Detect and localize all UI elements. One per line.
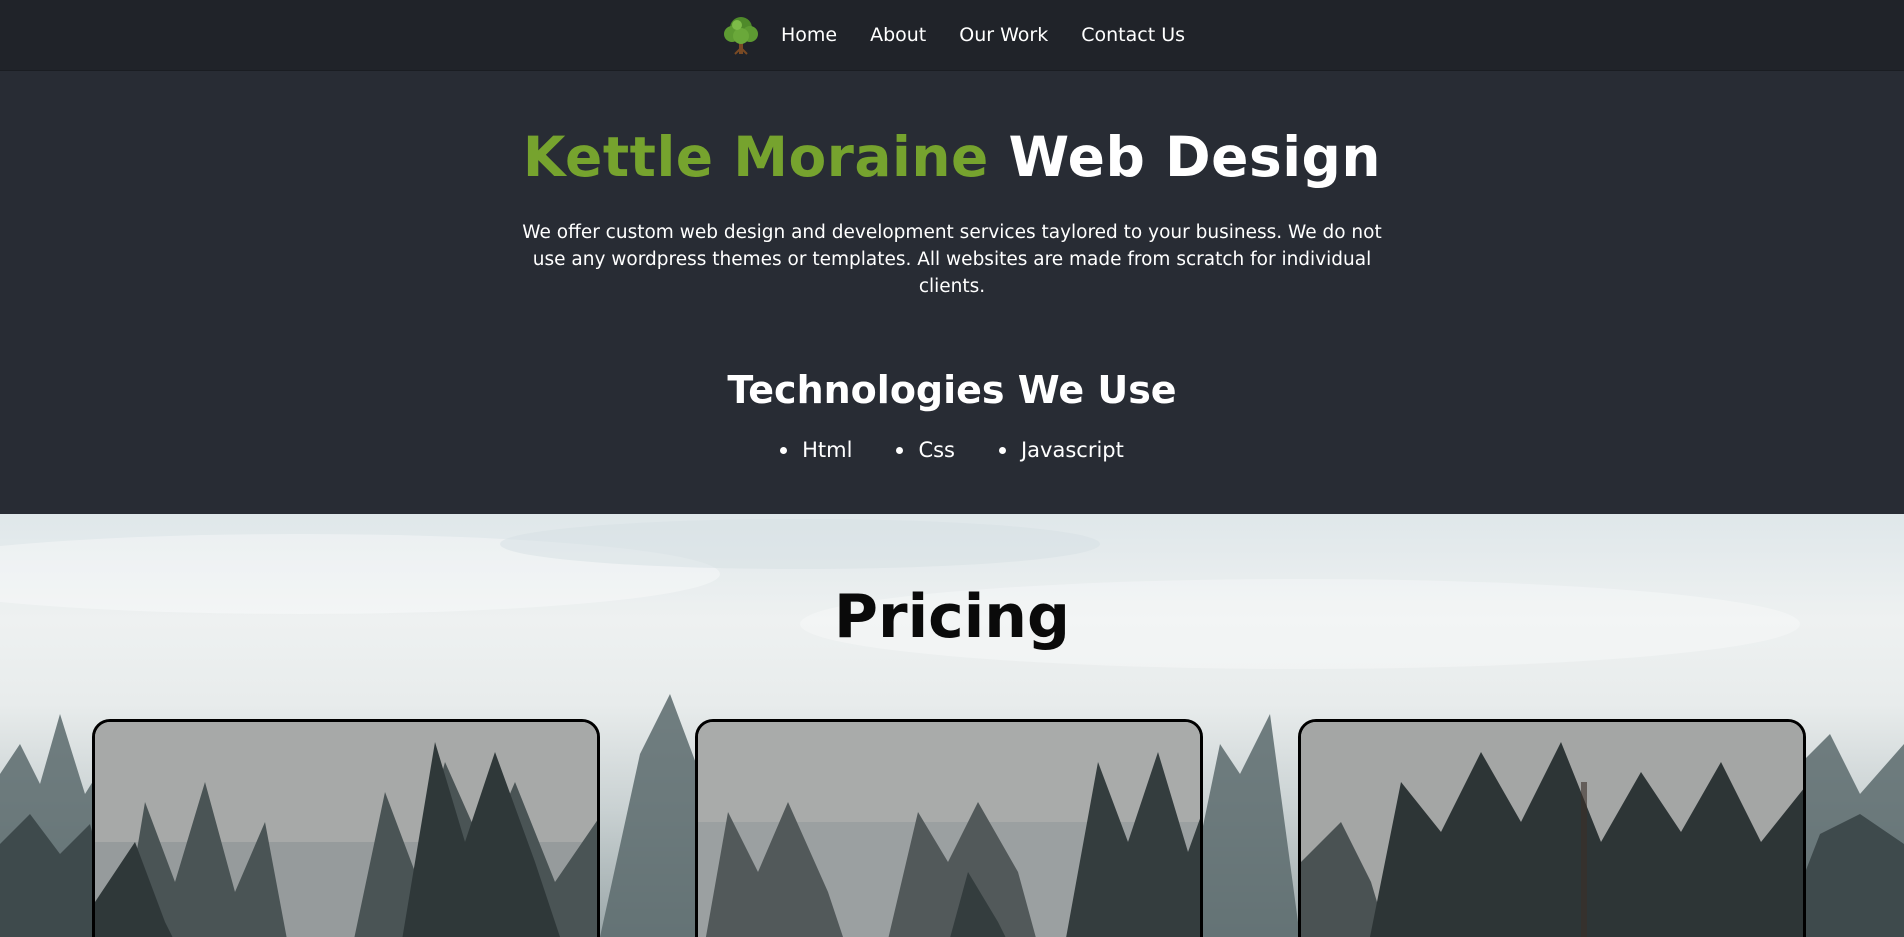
technologies-title: Technologies We Use [727,368,1177,412]
tree-icon[interactable] [719,13,763,57]
nav-link-contact-us[interactable]: Contact Us [1081,24,1185,46]
nav-link-about[interactable]: About [870,24,926,46]
title-accent: Kettle Moraine [522,125,989,189]
nav-link-home[interactable]: Home [781,24,837,46]
pricing-card-3 [1298,719,1806,937]
technology-item-javascript: Javascript [999,438,1124,462]
pricing-title: Pricing [834,582,1070,652]
hero-description: We offer custom web design and developme… [522,222,1382,297]
top-navbar: Home About Our Work Contact Us [0,0,1904,71]
pricing-card-2 [695,719,1203,937]
hero-section: Kettle Moraine Web Design We offer custo… [0,71,1904,514]
nav-link-our-work[interactable]: Our Work [959,24,1048,46]
pricing-section: Pricing [0,514,1904,937]
technologies-list: Html Css Javascript [780,438,1124,462]
title-rest: Web Design [1008,125,1382,189]
pricing-card-image [1301,722,1803,937]
technology-item-html: Html [780,438,852,462]
pricing-card-image [698,722,1200,937]
technology-item-css: Css [896,438,955,462]
nav-container: Home About Our Work Contact Us [719,13,1185,57]
pricing-card-image [95,722,597,937]
pricing-card-1 [92,719,600,937]
page-title: Kettle Moraine Web Design [523,125,1381,189]
